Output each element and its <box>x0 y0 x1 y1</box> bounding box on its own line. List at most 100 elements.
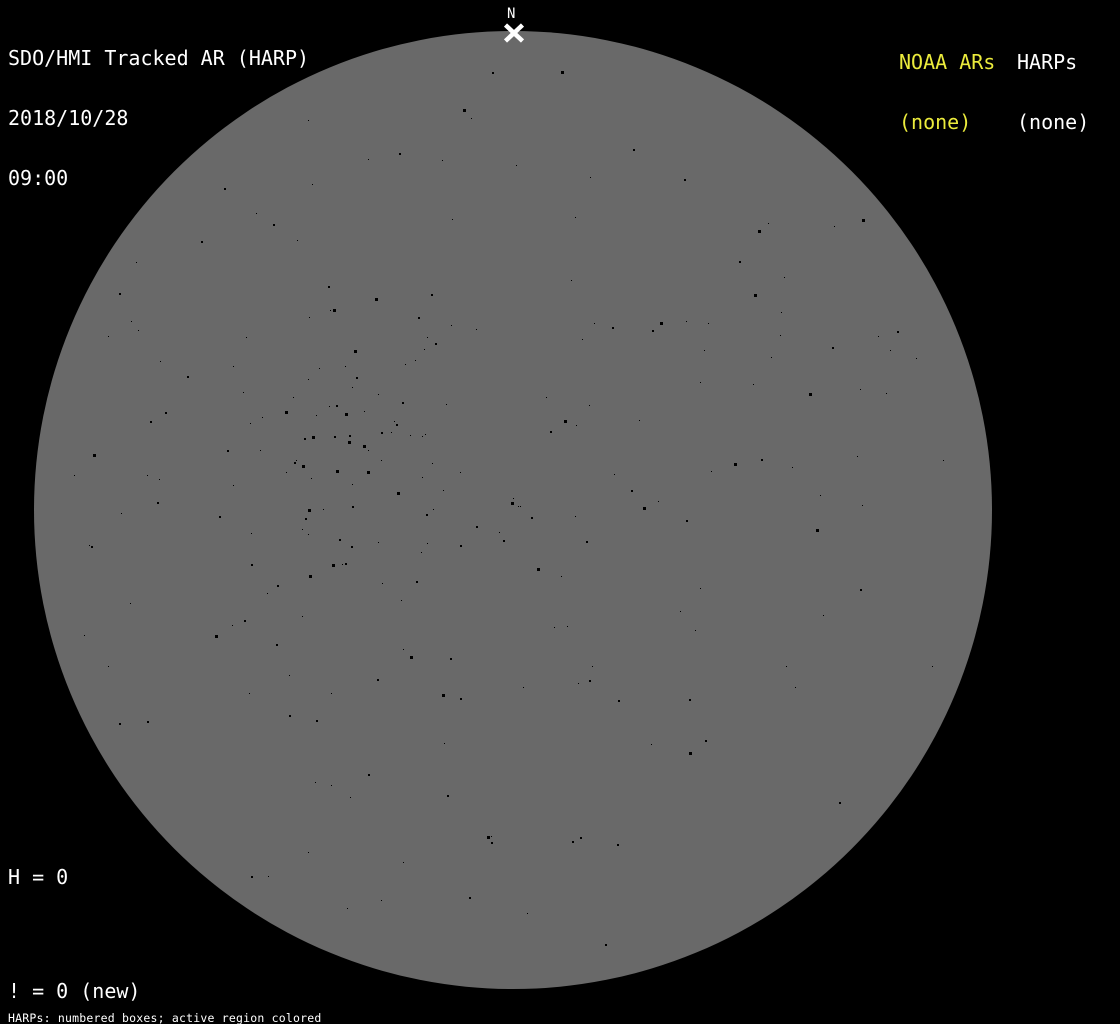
quiet-sun-speckle <box>699 381 701 383</box>
quiet-sun-speckle <box>658 500 660 502</box>
quiet-sun-speckle <box>362 444 366 448</box>
quiet-sun-speckle <box>338 539 341 542</box>
quiet-sun-speckle <box>604 944 607 947</box>
quiet-sun-speckle <box>342 564 344 566</box>
quiet-sun-speckle <box>561 71 565 75</box>
quiet-sun-speckle <box>614 473 616 475</box>
quiet-sun-speckle <box>758 230 762 234</box>
quiet-sun-speckle <box>537 567 541 571</box>
harps-status: HARPs (none) <box>1017 12 1089 172</box>
quiet-sun-speckle <box>348 434 351 437</box>
quiet-sun-speckle <box>752 384 754 386</box>
quiet-sun-speckle <box>820 495 822 497</box>
quiet-sun-speckle <box>328 406 330 408</box>
quiet-sun-speckle <box>550 431 553 434</box>
quiet-sun-speckle <box>250 533 252 535</box>
quiet-sun-speckle <box>390 432 392 434</box>
quiet-sun-speckle <box>859 589 862 592</box>
harps-value: (none) <box>1017 110 1090 134</box>
quiet-sun-speckle <box>336 470 340 474</box>
quiet-sun-speckle <box>351 386 353 388</box>
quiet-sun-speckle <box>511 501 515 505</box>
quiet-sun-speckle <box>200 240 203 243</box>
quiet-sun-speckle <box>711 470 713 472</box>
quiet-sun-speckle <box>232 624 234 626</box>
quiet-sun-speckle <box>770 357 772 359</box>
quiet-sun-speckle <box>147 721 150 724</box>
quiet-sun-speckle <box>91 546 94 549</box>
quiet-sun-speckle <box>381 431 384 434</box>
quiet-sun-speckle <box>915 357 917 359</box>
quiet-sun-speckle <box>561 576 563 578</box>
footnotes: HARPs: numbered boxes; active region col… <box>8 988 421 1024</box>
quiet-sun-speckle <box>345 366 347 368</box>
quiet-sun-speckle <box>232 365 234 367</box>
quiet-sun-speckle <box>249 693 250 695</box>
quiet-sun-speckle <box>862 219 866 223</box>
quiet-sun-speckle <box>768 222 770 224</box>
quiet-sun-speckle <box>441 159 443 161</box>
quiet-sun-speckle <box>130 320 132 322</box>
quiet-sun-speckle <box>368 773 371 776</box>
harp-count-line: H = 0 <box>8 865 69 889</box>
quiet-sun-speckle <box>695 629 697 631</box>
quiet-sun-speckle <box>861 505 863 507</box>
quiet-sun-speckle <box>367 449 369 451</box>
quiet-sun-speckle <box>245 337 247 339</box>
quiet-sun-speckle <box>352 484 354 486</box>
quiet-sun-speckle <box>401 600 403 602</box>
quiet-sun-speckle <box>704 739 707 742</box>
quiet-sun-speckle <box>285 410 289 414</box>
quiet-sun-speckle <box>708 323 710 325</box>
quiet-sun-speckle <box>302 529 304 531</box>
quiet-sun-speckle <box>243 391 245 393</box>
quiet-sun-speckle <box>276 584 279 587</box>
quiet-sun-speckle <box>760 459 763 462</box>
quiet-sun-speckle <box>567 626 569 628</box>
quiet-sun-speckle <box>311 477 313 479</box>
quiet-sun-speckle <box>332 308 336 312</box>
quiet-sun-speckle <box>250 876 253 879</box>
quiet-sun-speckle <box>570 280 572 282</box>
quiet-sun-speckle <box>345 562 348 565</box>
quiet-sun-speckle <box>896 331 899 334</box>
quiet-sun-speckle <box>795 687 797 689</box>
quiet-sun-speckle <box>617 700 620 703</box>
quiet-sun-speckle <box>822 615 824 617</box>
quiet-sun-speckle <box>214 635 218 639</box>
quiet-sun-speckle <box>108 336 110 338</box>
quiet-sun-speckle <box>639 420 641 422</box>
quiet-sun-speckle <box>304 438 307 441</box>
quiet-sun-speckle <box>808 393 812 397</box>
quiet-sun-speckle <box>785 666 787 668</box>
quiet-sun-speckle <box>432 509 434 511</box>
quiet-sun-speckle <box>304 518 307 521</box>
quiet-sun-speckle <box>450 324 452 326</box>
quiet-sun-speckle <box>780 312 782 314</box>
quiet-sun-speckle <box>422 436 424 438</box>
quiet-sun-speckle <box>834 225 836 227</box>
quiet-sun-speckle <box>738 261 741 264</box>
quiet-sun-speckle <box>351 545 354 548</box>
quiet-sun-speckle <box>150 421 153 424</box>
quiet-sun-speckle <box>356 376 359 379</box>
quiet-sun-speckle <box>354 350 357 354</box>
quiet-sun-speckle <box>138 330 140 332</box>
quiet-sun-speckle <box>315 719 318 722</box>
north-pole-cross-icon <box>503 23 525 43</box>
quiet-sun-speckle <box>375 297 379 301</box>
quiet-sun-speckle <box>243 619 246 622</box>
quiet-sun-speckle <box>491 842 494 845</box>
quiet-sun-speckle <box>297 240 299 242</box>
quiet-sun-speckle <box>336 405 339 408</box>
quiet-sun-speckle <box>294 462 297 465</box>
quiet-sun-speckle <box>423 349 425 351</box>
quiet-sun-speckle <box>422 476 424 478</box>
quiet-sun-speckle <box>592 666 593 668</box>
quiet-sun-speckle <box>267 592 269 594</box>
quiet-sun-speckle <box>430 293 433 296</box>
quiet-sun-speckle <box>347 440 351 444</box>
quiet-sun-speckle <box>136 262 138 264</box>
quiet-sun-speckle <box>147 474 149 476</box>
quiet-sun-speckle <box>523 687 525 689</box>
